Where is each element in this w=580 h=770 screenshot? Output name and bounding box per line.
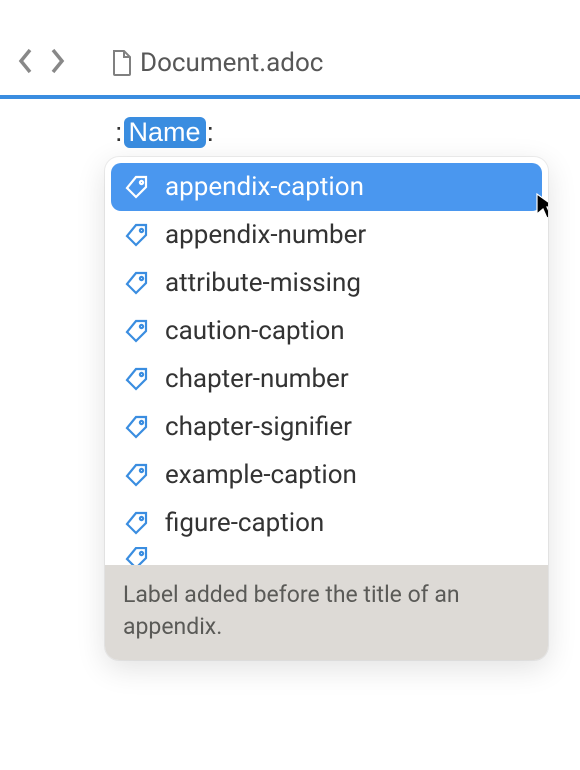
attribute-input-line[interactable]: : Name : — [115, 117, 580, 148]
tag-icon — [123, 221, 151, 249]
suggestion-item-attribute-missing[interactable]: attribute-missing — [111, 259, 542, 307]
tag-icon — [123, 269, 151, 297]
suggestion-label: figure-caption — [165, 508, 324, 538]
autocomplete-popup: appendix-caption appendix-number attribu… — [105, 157, 548, 660]
attr-colon-prefix: : — [115, 117, 123, 148]
suggestion-label: attribute-missing — [165, 268, 361, 298]
forward-button[interactable] — [46, 46, 68, 80]
chevron-left-icon — [18, 48, 33, 78]
suggestion-item-example-caption[interactable]: example-caption — [111, 451, 542, 499]
suggestion-list: appendix-caption appendix-number attribu… — [105, 157, 548, 565]
suggestion-label: appendix-caption — [165, 172, 364, 202]
tag-icon — [123, 547, 151, 565]
attr-name-highlight: Name — [124, 117, 206, 148]
chevron-right-icon — [50, 48, 65, 78]
suggestion-item-chapter-number[interactable]: chapter-number — [111, 355, 542, 403]
file-tab[interactable]: Document.adoc — [110, 48, 323, 78]
suggestion-item-figure-caption[interactable]: figure-caption — [111, 499, 542, 547]
tag-icon — [123, 461, 151, 489]
attr-colon-suffix: : — [207, 117, 215, 148]
tag-icon — [123, 173, 151, 201]
suggestion-label: chapter-signifier — [165, 412, 352, 442]
suggestion-item-caution-caption[interactable]: caution-caption — [111, 307, 542, 355]
tag-icon — [123, 365, 151, 393]
editor-area[interactable]: : Name : appendix-caption appendix-numbe… — [0, 99, 580, 148]
suggestion-label: caution-caption — [165, 316, 345, 346]
suggestion-item-chapter-signifier[interactable]: chapter-signifier — [111, 403, 542, 451]
suggestion-item-appendix-caption[interactable]: appendix-caption — [111, 163, 542, 211]
suggestion-label: example-caption — [165, 460, 357, 490]
back-button[interactable] — [14, 46, 36, 80]
document-icon — [110, 49, 132, 77]
suggestion-label: chapter-number — [165, 364, 349, 394]
suggestion-item-appendix-number[interactable]: appendix-number — [111, 211, 542, 259]
nav-bar: Document.adoc — [0, 30, 580, 95]
file-name: Document.adoc — [140, 48, 323, 78]
suggestion-label: appendix-number — [165, 220, 366, 250]
tag-icon — [123, 413, 151, 441]
tag-icon — [123, 317, 151, 345]
description-panel: Label added before the title of an appen… — [105, 565, 548, 660]
tag-icon — [123, 509, 151, 537]
suggestion-item-partial[interactable] — [111, 547, 542, 565]
